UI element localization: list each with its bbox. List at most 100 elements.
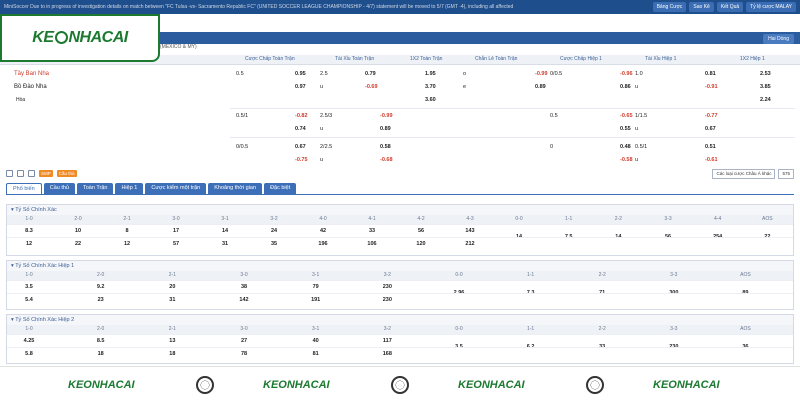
score-odds[interactable]: 191: [296, 297, 336, 303]
score-odds[interactable]: 18: [152, 351, 192, 357]
score-odds[interactable]: 168: [367, 351, 407, 357]
odds-value[interactable]: -0.68: [380, 157, 393, 163]
score-odds[interactable]: 10: [58, 228, 98, 234]
odds-type-select[interactable]: Tỷ lệ cược MALAY: [746, 2, 796, 12]
odds-value[interactable]: 0.74: [295, 126, 306, 132]
score-header: 3-3: [664, 216, 672, 222]
score-odds[interactable]: 196: [303, 241, 343, 247]
stats-icon[interactable]: [28, 170, 35, 177]
score-odds[interactable]: 230: [367, 297, 407, 303]
odds-value[interactable]: 0.67: [705, 126, 716, 132]
score-odds[interactable]: 12: [107, 241, 147, 247]
score-odds[interactable]: 143: [450, 228, 490, 234]
filter-selects: Các loại cược Châu Á khác 575: [712, 169, 794, 179]
odds-value[interactable]: 2.53: [760, 71, 771, 77]
odds-value[interactable]: 0.48: [620, 144, 631, 150]
section-title[interactable]: ▾ Tỷ Số Chính Xác Hiệp 1: [7, 261, 793, 271]
score-odds[interactable]: 24: [254, 228, 294, 234]
score-odds[interactable]: 106: [352, 241, 392, 247]
view-mode-select[interactable]: Hai Dòng: [763, 34, 794, 44]
odds-value[interactable]: 0.95: [295, 71, 306, 77]
score-odds[interactable]: 3.5: [9, 284, 49, 290]
score-odds[interactable]: 8.5: [81, 338, 121, 344]
score-header: 4-1: [368, 216, 376, 222]
score-odds[interactable]: 17: [156, 228, 196, 234]
score-odds[interactable]: 27: [224, 338, 264, 344]
chart-icon[interactable]: [17, 170, 24, 177]
score-odds[interactable]: 57: [156, 241, 196, 247]
odds-value[interactable]: 3.85: [760, 84, 771, 90]
footer-banner: KEONHACAI KEONHACAI KEONHACAI KEONHACAI: [0, 366, 800, 400]
score-odds[interactable]: 42: [303, 228, 343, 234]
score-odds[interactable]: 18: [81, 351, 121, 357]
odds-value[interactable]: 0.67: [295, 144, 306, 150]
score-odds[interactable]: 8.3: [9, 228, 49, 234]
odds-value[interactable]: 3.60: [425, 97, 436, 103]
odds-value[interactable]: 0.55: [620, 126, 631, 132]
statement-button[interactable]: Sao Kê: [689, 2, 714, 12]
refresh-icon[interactable]: [6, 170, 13, 177]
score-odds[interactable]: 33: [352, 228, 392, 234]
score-odds[interactable]: 23: [81, 297, 121, 303]
score-odds[interactable]: 14: [205, 228, 245, 234]
bet-type-select[interactable]: Các loại cược Châu Á khác: [712, 169, 776, 179]
odds-value[interactable]: -0.91: [705, 84, 718, 90]
odds-value[interactable]: -0.99: [535, 71, 548, 77]
score-odds[interactable]: 56: [401, 228, 441, 234]
odds-value[interactable]: -0.77: [705, 113, 718, 119]
count-select[interactable]: 575: [778, 169, 794, 179]
odds-value[interactable]: 0.51: [705, 144, 716, 150]
score-odds[interactable]: 230: [367, 284, 407, 290]
score-odds[interactable]: 5.4: [9, 297, 49, 303]
odds-value[interactable]: 1.95: [425, 71, 436, 77]
odds-value[interactable]: 3.70: [425, 84, 436, 90]
score-odds[interactable]: 120: [401, 241, 441, 247]
score-odds[interactable]: 31: [205, 241, 245, 247]
score-odds[interactable]: 81: [296, 351, 336, 357]
odds-value[interactable]: 0.89: [535, 84, 546, 90]
odds-value[interactable]: 0.79: [365, 71, 376, 77]
bet-list-button[interactable]: Bảng Cược: [652, 2, 687, 12]
handicap-label: 2/2.5: [320, 144, 333, 150]
score-odds[interactable]: 31: [152, 297, 192, 303]
odds-value[interactable]: -0.58: [620, 157, 633, 163]
odds-value[interactable]: -0.96: [620, 71, 633, 77]
score-odds[interactable]: 22: [58, 241, 98, 247]
odds-value[interactable]: -0.99: [380, 113, 393, 119]
section-title[interactable]: ▾ Tỷ Số Chính Xác: [7, 205, 793, 215]
score-odds[interactable]: 13: [152, 338, 192, 344]
handicap-label: 0.5: [236, 71, 244, 77]
odds-value[interactable]: -0.69: [365, 84, 378, 90]
score-odds[interactable]: 117: [367, 338, 407, 344]
results-button[interactable]: Kết Quả: [716, 2, 744, 12]
smp-badge[interactable]: SMP: [39, 170, 53, 177]
odds-value[interactable]: -0.61: [705, 157, 718, 163]
odds-value[interactable]: -0.82: [295, 113, 308, 119]
odds-value[interactable]: 0.81: [705, 71, 716, 77]
odds-value[interactable]: 0.86: [620, 84, 631, 90]
score-odds[interactable]: 40: [296, 338, 336, 344]
score-header: 1-0: [25, 216, 33, 222]
score-odds[interactable]: 142: [224, 297, 264, 303]
score-odds[interactable]: 212: [450, 241, 490, 247]
odds-value[interactable]: 0.58: [380, 144, 391, 150]
score-odds[interactable]: 8: [107, 228, 147, 234]
players-badge[interactable]: Cầu thủ: [56, 170, 77, 177]
score-odds[interactable]: 12: [9, 241, 49, 247]
score-odds[interactable]: 4.25: [9, 338, 49, 344]
score-header: AOS: [762, 216, 773, 222]
score-odds[interactable]: 78: [224, 351, 264, 357]
odds-value[interactable]: 0.89: [380, 126, 391, 132]
odds-value[interactable]: 0.97: [295, 84, 306, 90]
score-odds[interactable]: 9.2: [81, 284, 121, 290]
odds-value[interactable]: -0.75: [295, 157, 308, 163]
score-odds[interactable]: 5.8: [9, 351, 49, 357]
handicap-label: 0.5/1: [635, 144, 648, 150]
score-odds[interactable]: 38: [224, 284, 264, 290]
score-odds[interactable]: 35: [254, 241, 294, 247]
score-odds[interactable]: 79: [296, 284, 336, 290]
odds-value[interactable]: -0.65: [620, 113, 633, 119]
odds-value[interactable]: 2.24: [760, 97, 771, 103]
score-odds[interactable]: 20: [152, 284, 192, 290]
section-title[interactable]: ▾ Tỷ Số Chính Xác Hiệp 2: [7, 315, 793, 325]
